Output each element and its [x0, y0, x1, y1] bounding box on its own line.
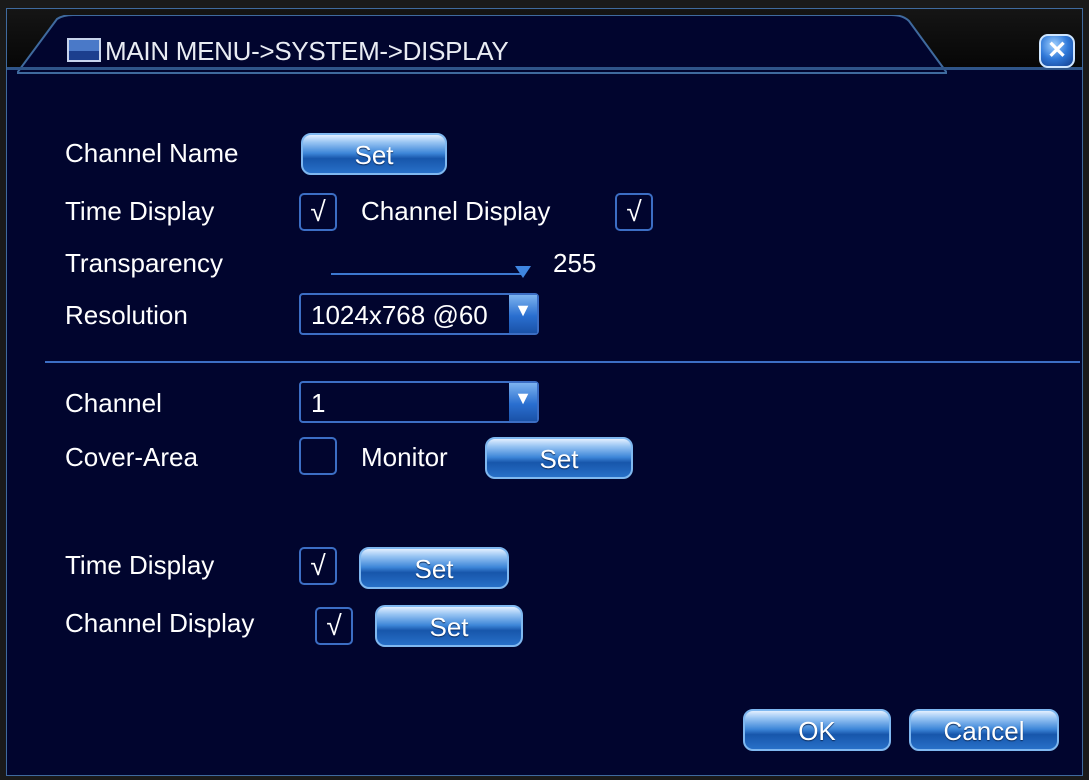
channel-display-checkbox[interactable]: √: [615, 193, 653, 231]
close-button[interactable]: ✕: [1039, 34, 1075, 68]
channel-name-set-button[interactable]: Set: [301, 133, 447, 175]
chevron-down-icon: ▼: [509, 383, 537, 421]
display-settings-window: MAIN MENU->SYSTEM->DISPLAY ✕ Channel Nam…: [6, 8, 1083, 776]
transparency-slider[interactable]: [331, 273, 525, 275]
close-icon: ✕: [1046, 37, 1068, 64]
monitor-label: Monitor: [361, 442, 448, 472]
channel-display-set-button[interactable]: Set: [375, 605, 523, 647]
channel-select[interactable]: 1 ▼: [299, 381, 539, 423]
time-display-overlay-label: Time Display: [65, 550, 215, 580]
cover-area-label: Cover-Area: [65, 442, 198, 472]
chevron-down-icon: ▼: [509, 295, 537, 333]
channel-display-label: Channel Display: [361, 196, 551, 226]
resolution-select[interactable]: 1024x768 @60 ▼: [299, 293, 539, 335]
channel-display-overlay-label: Channel Display: [65, 608, 255, 638]
resolution-value: 1024x768 @60: [311, 300, 488, 330]
transparency-value: 255: [553, 248, 597, 278]
time-display-checkbox[interactable]: √: [299, 193, 337, 231]
time-display-label: Time Display: [65, 196, 215, 226]
ok-button[interactable]: OK: [743, 709, 891, 751]
monitor-set-button[interactable]: Set: [485, 437, 633, 479]
transparency-slider-handle[interactable]: [515, 266, 531, 278]
title-divider: [7, 67, 1082, 70]
transparency-label: Transparency: [65, 248, 223, 278]
menu-flag-icon: [67, 38, 101, 62]
channel-name-label: Channel Name: [65, 138, 239, 168]
cancel-button[interactable]: Cancel: [909, 709, 1059, 751]
cover-area-checkbox[interactable]: [299, 437, 337, 475]
window-title: MAIN MENU->SYSTEM->DISPLAY: [105, 36, 509, 66]
channel-display-overlay-checkbox[interactable]: √: [315, 607, 353, 645]
resolution-label: Resolution: [65, 300, 188, 330]
channel-value: 1: [311, 388, 326, 418]
channel-label: Channel: [65, 388, 162, 418]
time-display-overlay-checkbox[interactable]: √: [299, 547, 337, 585]
time-display-set-button[interactable]: Set: [359, 547, 509, 589]
section-divider: [45, 361, 1080, 363]
